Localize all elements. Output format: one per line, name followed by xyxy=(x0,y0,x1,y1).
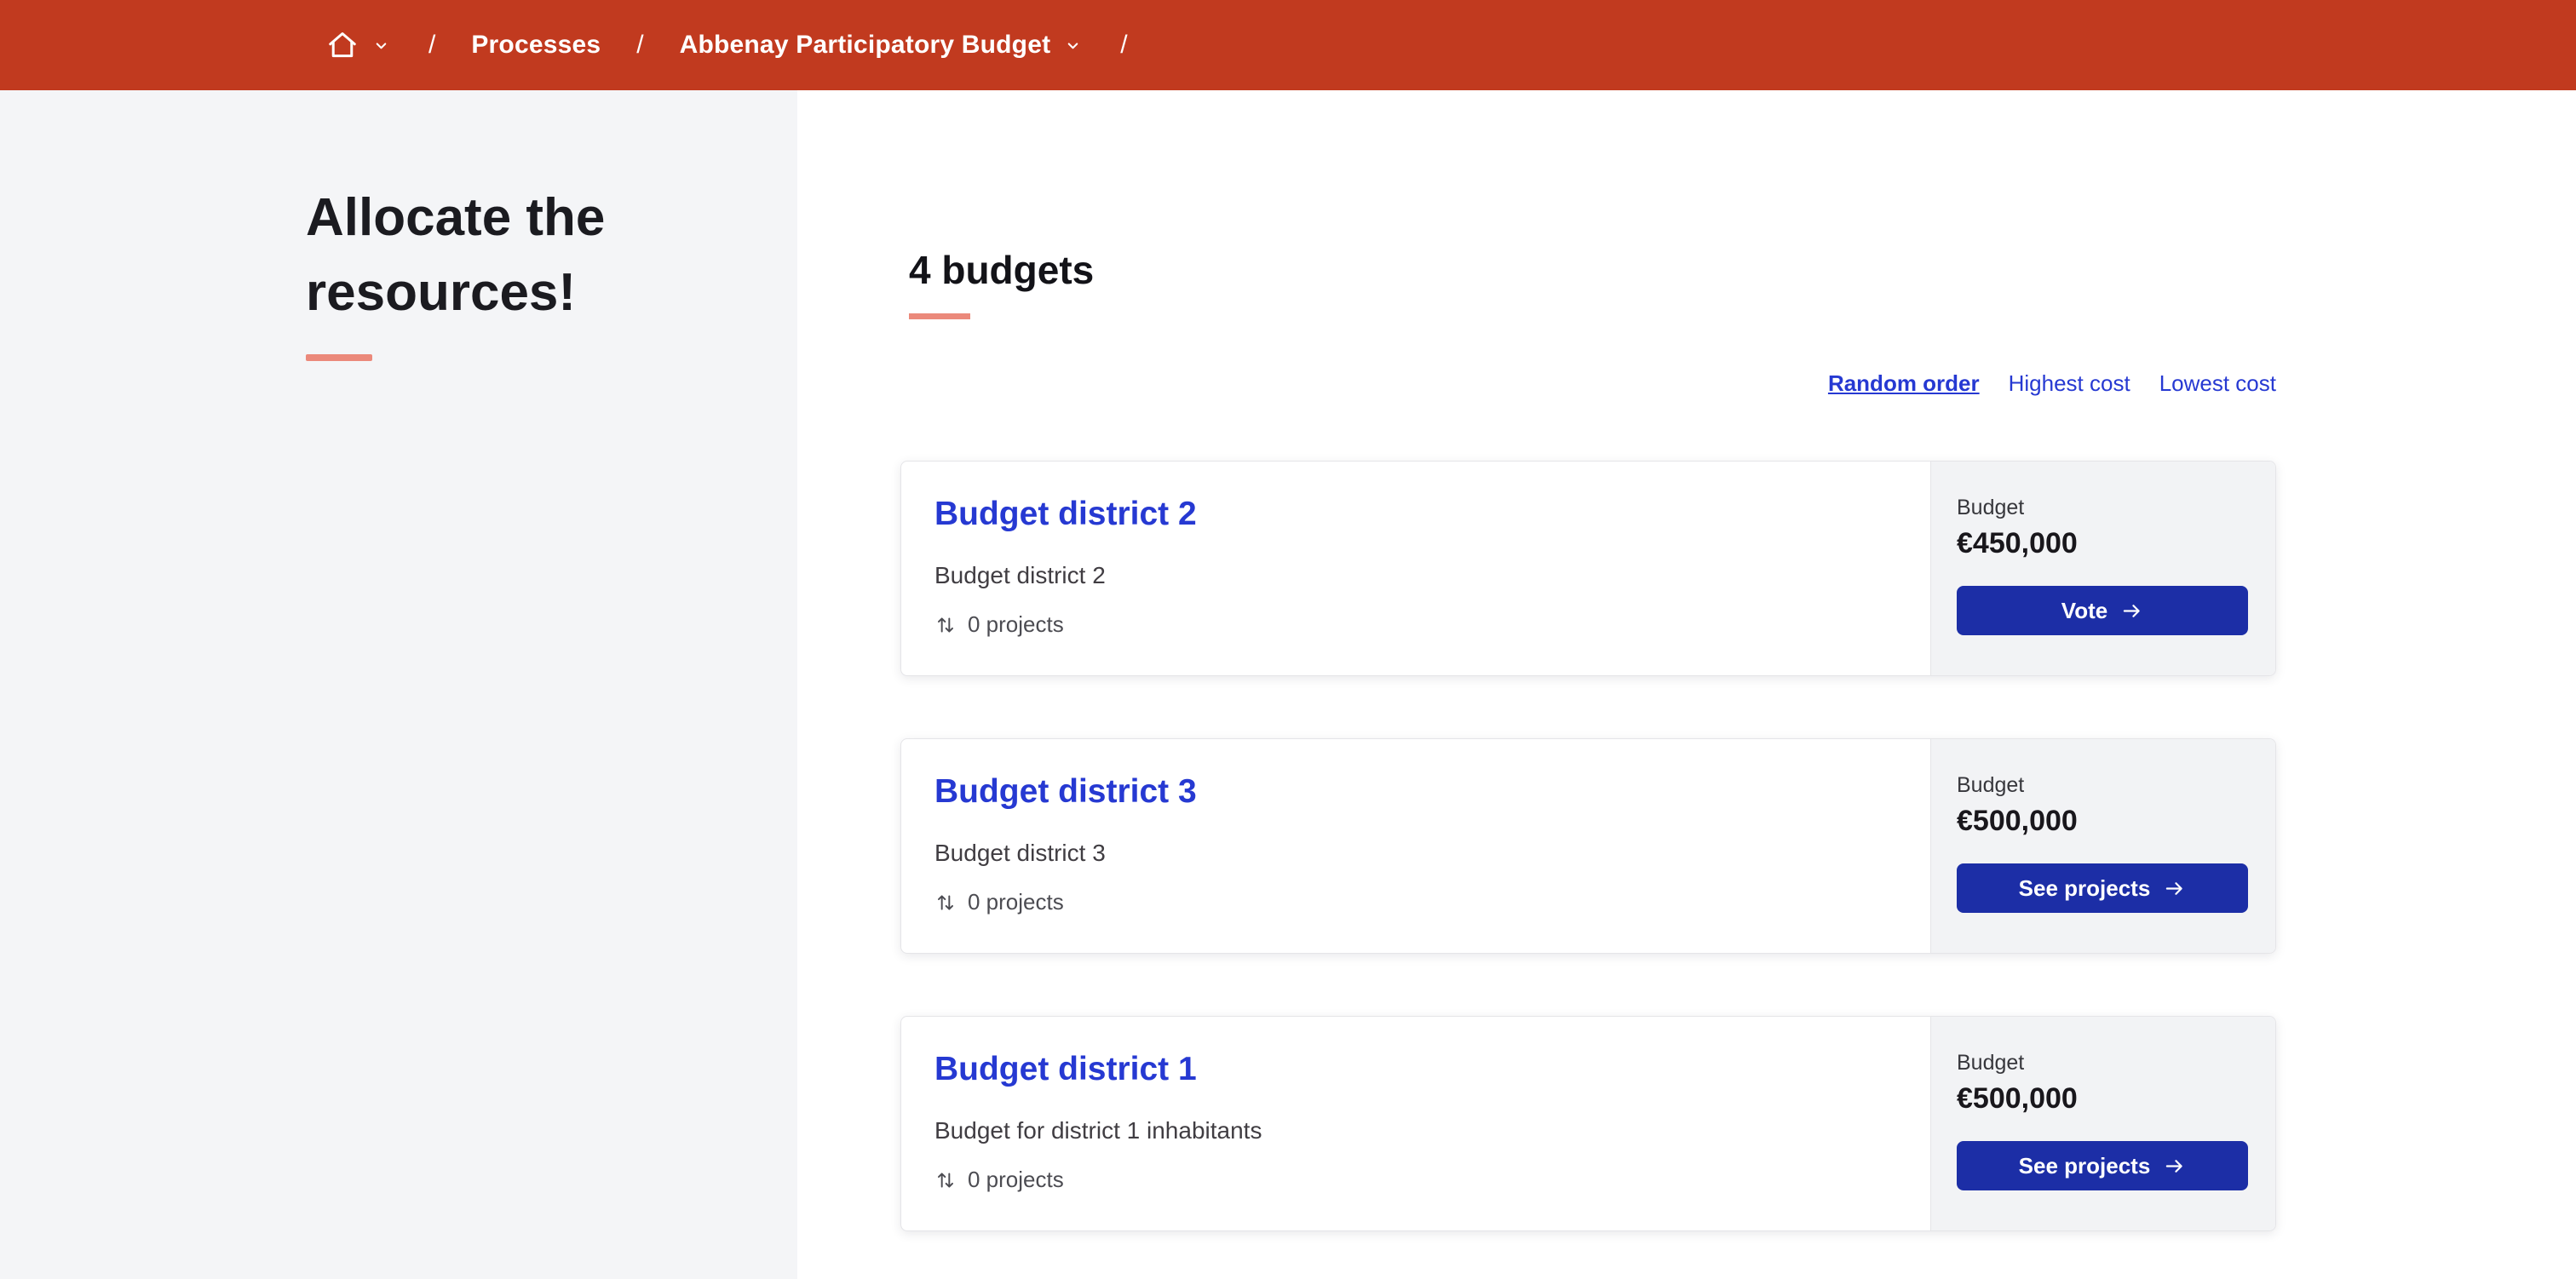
budget-card-body: Budget district 1 Budget for district 1 … xyxy=(901,1017,1930,1230)
breadcrumb-process-link[interactable]: Abbenay Participatory Budget xyxy=(680,31,1051,60)
vote-button-label: Vote xyxy=(2061,597,2108,623)
budget-card-title-link[interactable]: Budget district 3 xyxy=(934,773,1197,811)
budget-card-title-link[interactable]: Budget district 1 xyxy=(934,1051,1197,1088)
projects-arrows-icon xyxy=(934,1169,957,1191)
see-projects-button[interactable]: See projects xyxy=(1957,1141,2248,1190)
sort-options-row: Random order Highest cost Lowest cost xyxy=(900,370,2276,397)
budget-amount: €500,000 xyxy=(1957,1082,2078,1115)
projects-count: 0 projects xyxy=(934,889,1896,915)
projects-count-label: 0 projects xyxy=(968,611,1064,637)
budget-card: Budget district 2 Budget district 2 0 pr… xyxy=(900,461,2276,676)
process-dropdown-toggle[interactable] xyxy=(1061,34,1084,57)
budget-card-side-panel: Budget €450,000 Vote xyxy=(1930,462,2275,675)
budget-amount: €500,000 xyxy=(1957,805,2078,837)
top-navigation-bar: / Processes / Abbenay Participatory Budg… xyxy=(0,0,2576,90)
title-accent-underline xyxy=(306,354,372,362)
budget-card-title-link[interactable]: Budget district 2 xyxy=(934,496,1197,533)
breadcrumb-separator: / xyxy=(636,31,644,59)
projects-arrows-icon xyxy=(934,892,957,914)
budget-amount: €450,000 xyxy=(1957,527,2078,559)
breadcrumb: / Processes / Abbenay Participatory Budg… xyxy=(326,29,1164,61)
breadcrumb-separator: / xyxy=(1120,31,1128,59)
budget-card-body: Budget district 3 Budget district 3 0 pr… xyxy=(901,739,1930,953)
chevron-down-icon xyxy=(1065,37,1081,54)
sort-highest-cost-link[interactable]: Highest cost xyxy=(2009,370,2130,397)
home-dropdown-toggle[interactable] xyxy=(370,34,393,57)
sort-random-order-link[interactable]: Random order xyxy=(1828,370,1980,397)
sidebar-title: Allocate the resources! xyxy=(306,188,606,323)
budget-card: Budget district 3 Budget district 3 0 pr… xyxy=(900,738,2276,954)
projects-count: 0 projects xyxy=(934,1167,1896,1193)
budget-label: Budget xyxy=(1957,496,2025,519)
sidebar: Allocate the resources! xyxy=(0,90,797,1279)
see-projects-button[interactable]: See projects xyxy=(1957,863,2248,913)
page-body: Allocate the resources! 4 budgets Random… xyxy=(0,90,2576,1279)
arrow-right-icon xyxy=(2163,1156,2186,1176)
heading-accent-underline xyxy=(909,313,970,319)
budget-card-subtitle: Budget for district 1 inhabitants xyxy=(934,1117,1262,1144)
arrow-right-icon xyxy=(2120,601,2143,621)
see-projects-button-label: See projects xyxy=(2018,875,2151,901)
projects-count-label: 0 projects xyxy=(968,889,1064,915)
arrow-right-icon xyxy=(2163,879,2186,898)
projects-count: 0 projects xyxy=(934,611,1896,638)
budget-label: Budget xyxy=(1957,1051,2025,1075)
home-link[interactable] xyxy=(326,29,359,61)
projects-count-label: 0 projects xyxy=(968,1167,1064,1192)
see-projects-button-label: See projects xyxy=(2018,1152,2151,1179)
projects-arrows-icon xyxy=(934,614,957,636)
breadcrumb-process-group: Abbenay Participatory Budget xyxy=(680,31,1085,60)
budgets-count-heading: 4 budgets xyxy=(909,248,1095,292)
breadcrumb-processes-link[interactable]: Processes xyxy=(471,31,601,60)
breadcrumb-home-group xyxy=(326,29,393,61)
budget-label: Budget xyxy=(1957,773,2025,797)
breadcrumb-separator: / xyxy=(428,31,436,59)
vote-button[interactable]: Vote xyxy=(1957,586,2248,635)
budget-card: Budget district 1 Budget for district 1 … xyxy=(900,1016,2276,1231)
budget-card-side-panel: Budget €500,000 See projects xyxy=(1930,1017,2275,1230)
main-content: 4 budgets Random order Highest cost Lowe… xyxy=(797,90,2576,1279)
budget-card-side-panel: Budget €500,000 See projects xyxy=(1930,739,2275,953)
budget-card-subtitle: Budget district 2 xyxy=(934,562,1106,588)
budget-card-subtitle: Budget district 3 xyxy=(934,840,1106,866)
sort-lowest-cost-link[interactable]: Lowest cost xyxy=(2159,370,2276,397)
budget-card-body: Budget district 2 Budget district 2 0 pr… xyxy=(901,462,1930,675)
chevron-down-icon xyxy=(373,37,389,54)
home-icon xyxy=(326,29,359,61)
